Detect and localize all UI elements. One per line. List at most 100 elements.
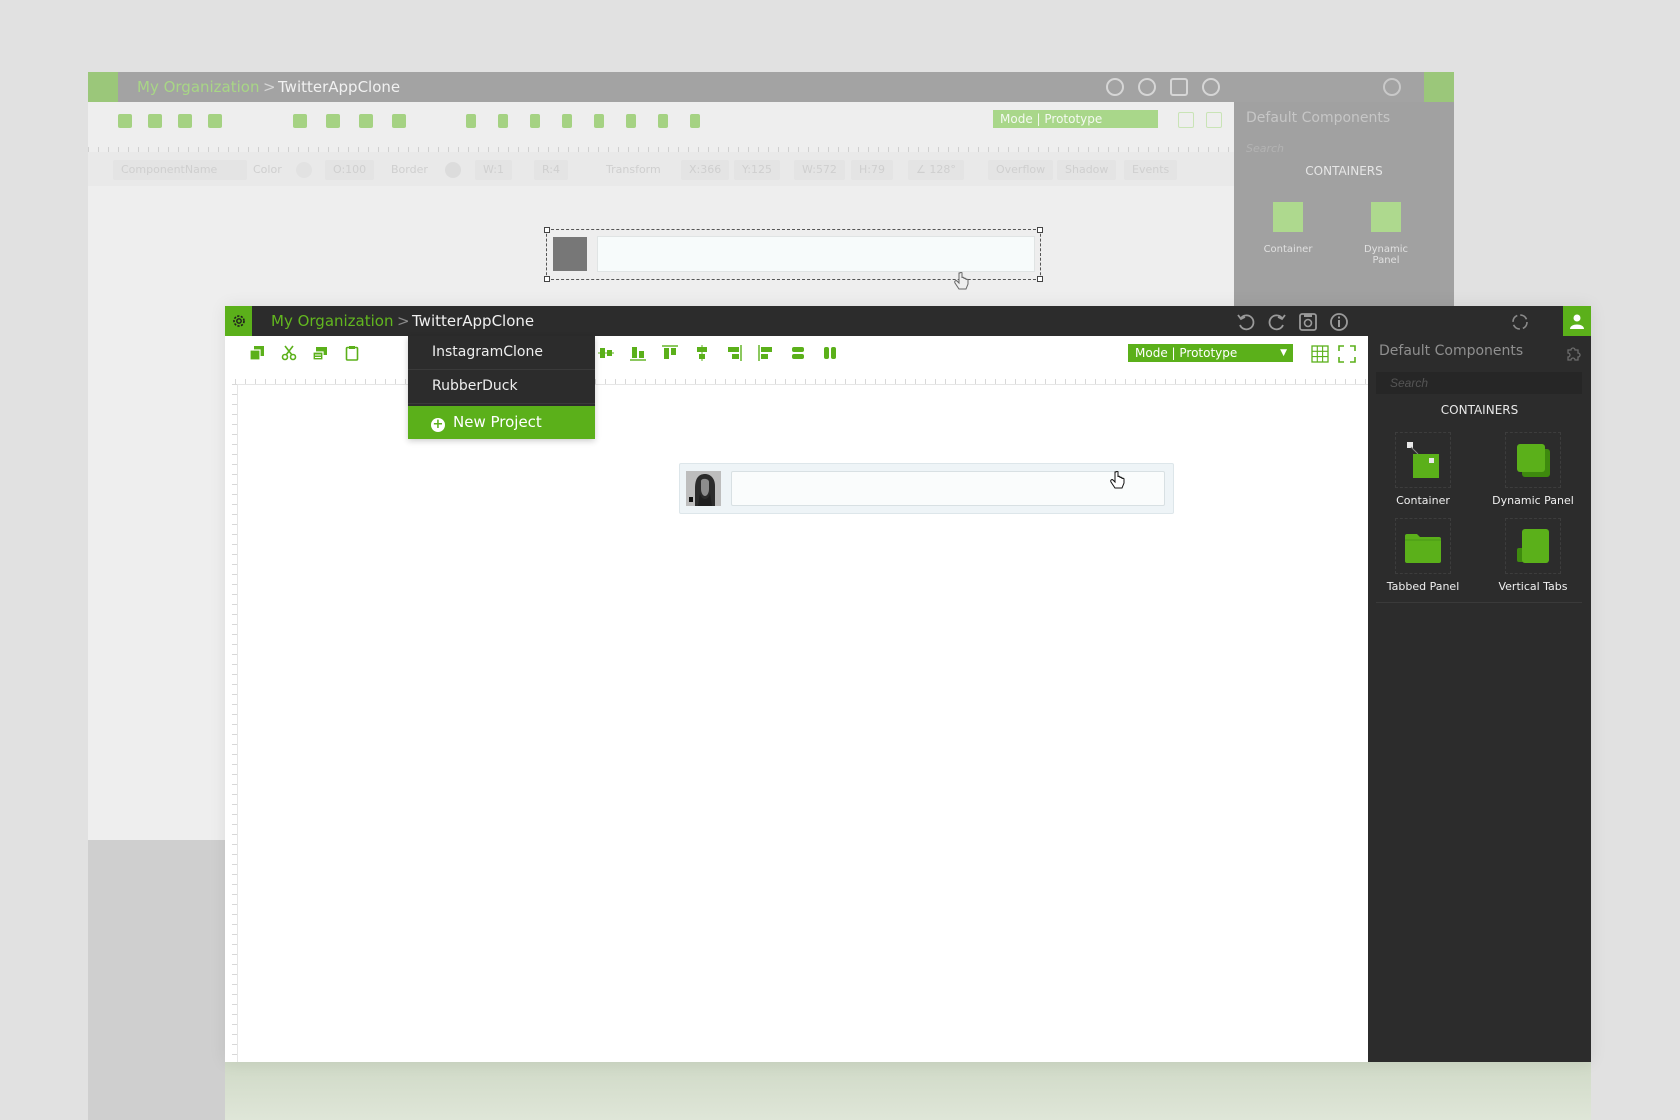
bg-align-icon <box>562 114 572 128</box>
component-label: Container <box>1396 494 1450 507</box>
project-item-rubberduck[interactable]: RubberDuck <box>408 370 595 404</box>
gear-icon <box>232 315 245 327</box>
project-item-instagramclone[interactable]: InstagramClone <box>408 336 595 370</box>
bg-avatar <box>553 237 587 271</box>
vertical-tabs-icon <box>1517 529 1549 563</box>
breadcrumb-organization[interactable]: My Organization <box>271 312 393 330</box>
caret-down-icon: ▼ <box>1280 348 1287 358</box>
container-icon <box>1407 442 1439 478</box>
tabbed-panel-icon <box>1405 534 1441 563</box>
align-bottom-icon[interactable] <box>630 345 646 361</box>
bg-dynamic-panel-icon <box>1371 202 1401 232</box>
bg-border-swatch <box>445 162 461 178</box>
sidebar-section-containers: CONTAINERS <box>1440 403 1519 417</box>
bg-sidebar-title: Default Components <box>1246 110 1391 126</box>
bg-prop-color-label: Color <box>253 163 282 176</box>
bg-prop-events: Events <box>1124 160 1178 180</box>
cut-icon[interactable] <box>281 345 297 361</box>
mode-select[interactable]: Mode | Prototype ▼ <box>1128 344 1293 362</box>
new-project-button[interactable]: + New Project <box>408 406 595 439</box>
bg-sidebar-search: Search <box>1246 142 1285 155</box>
bg-gear-icon <box>88 72 118 102</box>
bg-selection-handle <box>544 227 550 233</box>
bg-mode-select: Mode | Prototype <box>993 110 1158 128</box>
align-middle-icon[interactable] <box>694 345 710 361</box>
avatar-image <box>686 471 721 506</box>
dynamic-panel-icon <box>1517 444 1550 477</box>
bg-redo-icon <box>1138 78 1156 96</box>
component-label: Vertical Tabs <box>1498 580 1568 593</box>
bg-arrange-icon <box>359 114 373 128</box>
bg-prop-overflow: Overflow <box>988 160 1054 180</box>
component-vertical-tabs[interactable]: Vertical Tabs <box>1490 518 1576 593</box>
bg-component-label: Dynamic Panel <box>1363 244 1409 266</box>
grid-icon[interactable] <box>1311 345 1329 363</box>
bg-paste-icon <box>178 114 192 128</box>
bg-sync-icon <box>1383 78 1401 96</box>
align-left-icon[interactable] <box>758 345 774 361</box>
sidebar-divider <box>1376 602 1582 603</box>
bg-component-dynamic-panel: Dynamic Panel <box>1354 194 1418 266</box>
bg-prop-w: W:572 <box>794 160 845 180</box>
redo-icon[interactable] <box>1267 312 1287 332</box>
clipboard-icon[interactable] <box>344 345 360 361</box>
bg-undo-icon <box>1106 78 1124 96</box>
paste-style-icon[interactable] <box>312 345 328 361</box>
bg-breadcrumb-org: My Organization <box>137 78 260 96</box>
bg-prop-angle: ∠ 128° <box>908 160 964 180</box>
copy-icon[interactable] <box>249 345 265 361</box>
sidebar-search-input[interactable] <box>1376 372 1582 394</box>
vertical-ruler <box>225 384 238 1062</box>
hand-cursor-icon <box>1110 471 1125 489</box>
editor-window: My Organization > TwitterAppClone Mode |… <box>225 306 1591 1062</box>
bg-fullscreen-icon <box>1206 112 1222 128</box>
components-sidebar: Default Components CONTAINERS Container … <box>1368 336 1591 1062</box>
user-button[interactable] <box>1563 306 1591 336</box>
bg-container-icon <box>1273 202 1303 232</box>
compose-text-input[interactable] <box>731 471 1165 506</box>
undo-icon[interactable] <box>1236 312 1256 332</box>
window-shadow <box>225 1060 1591 1120</box>
canvas-compose-component[interactable] <box>679 463 1174 514</box>
bg-user-icon <box>1424 72 1454 102</box>
bg-save-icon <box>1170 78 1188 96</box>
settings-button[interactable] <box>225 306 252 336</box>
bg-cut-icon <box>148 114 162 128</box>
component-label: Tabbed Panel <box>1386 580 1460 593</box>
info-icon[interactable] <box>1329 312 1349 332</box>
bg-properties-bar: ComponentName Color O:100 Border W:1 R:4… <box>88 152 1234 186</box>
bg-text-input <box>597 236 1035 272</box>
bg-prop-opacity: O:100 <box>325 160 375 180</box>
save-icon[interactable] <box>1298 312 1318 332</box>
bg-prop-border-label: Border <box>391 163 428 176</box>
bg-selection-handle <box>544 276 550 282</box>
distribute-horizontal-icon[interactable] <box>822 345 838 361</box>
puzzle-icon[interactable] <box>1565 344 1583 362</box>
horizontal-ruler <box>235 370 1371 385</box>
fullscreen-icon[interactable] <box>1338 345 1356 363</box>
component-dynamic-panel[interactable]: Dynamic Panel <box>1490 432 1576 507</box>
breadcrumb-project[interactable]: TwitterAppClone <box>412 312 534 330</box>
new-project-label: New Project <box>453 413 542 431</box>
align-right-icon[interactable] <box>726 345 742 361</box>
bg-hand-cursor-icon <box>954 272 969 290</box>
avatar <box>686 471 721 506</box>
bg-ruler <box>88 138 1234 153</box>
component-tabbed-panel[interactable]: Tabbed Panel <box>1380 518 1466 593</box>
bg-breadcrumb-project: TwitterAppClone <box>278 78 401 96</box>
bg-prop-border-width: W:1 <box>475 160 512 180</box>
bg-selection-handle <box>1037 276 1043 282</box>
project-dropdown: InstagramClone RubberDuck + New Project <box>408 336 595 439</box>
align-center-vertical-icon[interactable] <box>598 345 614 361</box>
distribute-vertical-icon[interactable] <box>790 345 806 361</box>
bg-align-icon <box>690 114 700 128</box>
sidebar-title: Default Components <box>1379 343 1524 359</box>
bg-component-container: Container <box>1256 194 1320 255</box>
sync-icon[interactable] <box>1510 312 1530 332</box>
bg-info-icon <box>1202 78 1220 96</box>
component-container[interactable]: Container <box>1380 432 1466 507</box>
align-top-icon[interactable] <box>662 345 678 361</box>
bg-arrange-icon <box>326 114 340 128</box>
plus-circle-icon: + <box>431 417 445 432</box>
bg-align-icon <box>498 114 508 128</box>
